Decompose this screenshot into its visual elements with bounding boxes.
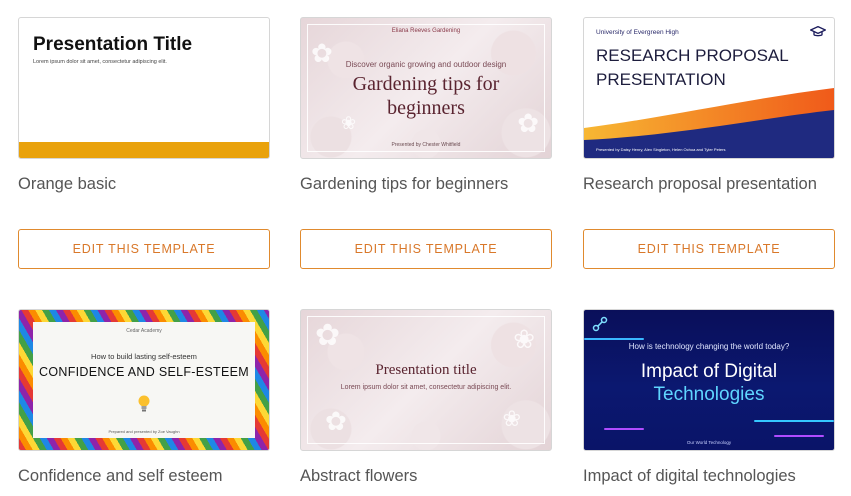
thumb-title-line: Gardening tips for [352,73,500,95]
thumb-title: Gardening tips for beginners [301,72,551,120]
thumb-title: CONFIDENCE AND SELF-ESTEEM [39,365,249,379]
template-name[interactable]: Abstract flowers [300,467,417,486]
light-streak [774,435,824,437]
flower-icon: ✿ [325,406,347,436]
thumb-brand: Eliana Reeves Gardening [391,28,461,34]
thumb-title-line: beginners [387,97,465,119]
template-name[interactable]: Impact of digital technologies [583,467,796,486]
template-card-digital-tech: How is technology changing the world tod… [583,309,835,485]
flower-icon: ❀ [513,324,535,354]
thumb-panel: Cedar Academy How to build lasting self-… [33,322,255,438]
thumb-subtitle: Lorem ipsum dolor sit amet, consectetur … [33,59,167,65]
template-card-research: University of Evergreen High RESEARCH PR… [583,17,835,269]
thumb-title: RESEARCH PROPOSAL PRESENTATION [596,44,789,92]
template-thumbnail[interactable]: Cedar Academy How to build lasting self-… [18,309,270,451]
edit-template-button[interactable]: EDIT THIS TEMPLATE [18,229,270,269]
light-streak [604,428,644,430]
template-name[interactable]: Gardening tips for beginners [300,175,508,194]
template-thumbnail[interactable]: ✿ ✿ ❀ Eliana Reeves Gardening Discover o… [300,17,552,159]
flower-icon: ❀ [502,406,521,431]
thumb-presenter: Presented by Daisy Henry, Alex Singleton… [596,147,726,152]
light-streak [754,420,834,422]
thumb-title-line: Technologies [653,384,765,405]
thumb-question: How is technology changing the world tod… [628,342,790,351]
thumb-presenter: Presented by Chester Whitfield [391,142,461,148]
thumb-university: University of Evergreen High [596,29,679,36]
edit-template-button[interactable]: EDIT THIS TEMPLATE [583,229,835,269]
thumb-tagline: Discover organic growing and outdoor des… [345,60,507,69]
template-card-abstract-flowers: ✿ ❀ ✿ ❀ Presentation title Lorem ipsum d… [300,309,552,485]
template-card-orange-basic: Presentation Title Lorem ipsum dolor sit… [18,17,270,269]
light-streak [584,338,644,340]
thumb-academy: Cedar Academy [126,328,162,334]
graduation-cap-icon [810,26,826,37]
template-card-gardening: ✿ ✿ ❀ Eliana Reeves Gardening Discover o… [300,17,552,269]
template-thumbnail[interactable]: ✿ ❀ ✿ ❀ Presentation title Lorem ipsum d… [300,309,552,451]
template-name[interactable]: Confidence and self esteem [18,467,223,486]
template-name[interactable]: Orange basic [18,175,116,194]
thumb-title-line: RESEARCH PROPOSAL [596,46,789,65]
link-logo-icon [592,316,608,332]
thumb-tagline: How to build lasting self-esteem [91,352,197,361]
thumb-title: Presentation title [375,362,477,378]
thumb-title-line: Impact of Digital [640,361,778,382]
thumb-footer: Our World Technology [686,440,732,445]
template-card-confidence: Cedar Academy How to build lasting self-… [18,309,270,485]
flower-icon: ✿ [315,319,341,352]
orange-bar [19,142,269,158]
template-thumbnail[interactable]: Presentation Title Lorem ipsum dolor sit… [18,17,270,159]
lightbulb-icon [138,395,150,412]
thumb-subtitle: Lorem ipsum dolor sit amet, consectetur … [340,384,512,391]
template-thumbnail[interactable]: How is technology changing the world tod… [583,309,835,451]
edit-template-button[interactable]: EDIT THIS TEMPLATE [300,229,552,269]
thumb-presenter: Prepared and presented by Zoe Vaughn [108,429,180,434]
template-thumbnail[interactable]: University of Evergreen High RESEARCH PR… [583,17,835,159]
thumb-title: Presentation Title [33,34,193,55]
template-name[interactable]: Research proposal presentation [583,175,817,194]
